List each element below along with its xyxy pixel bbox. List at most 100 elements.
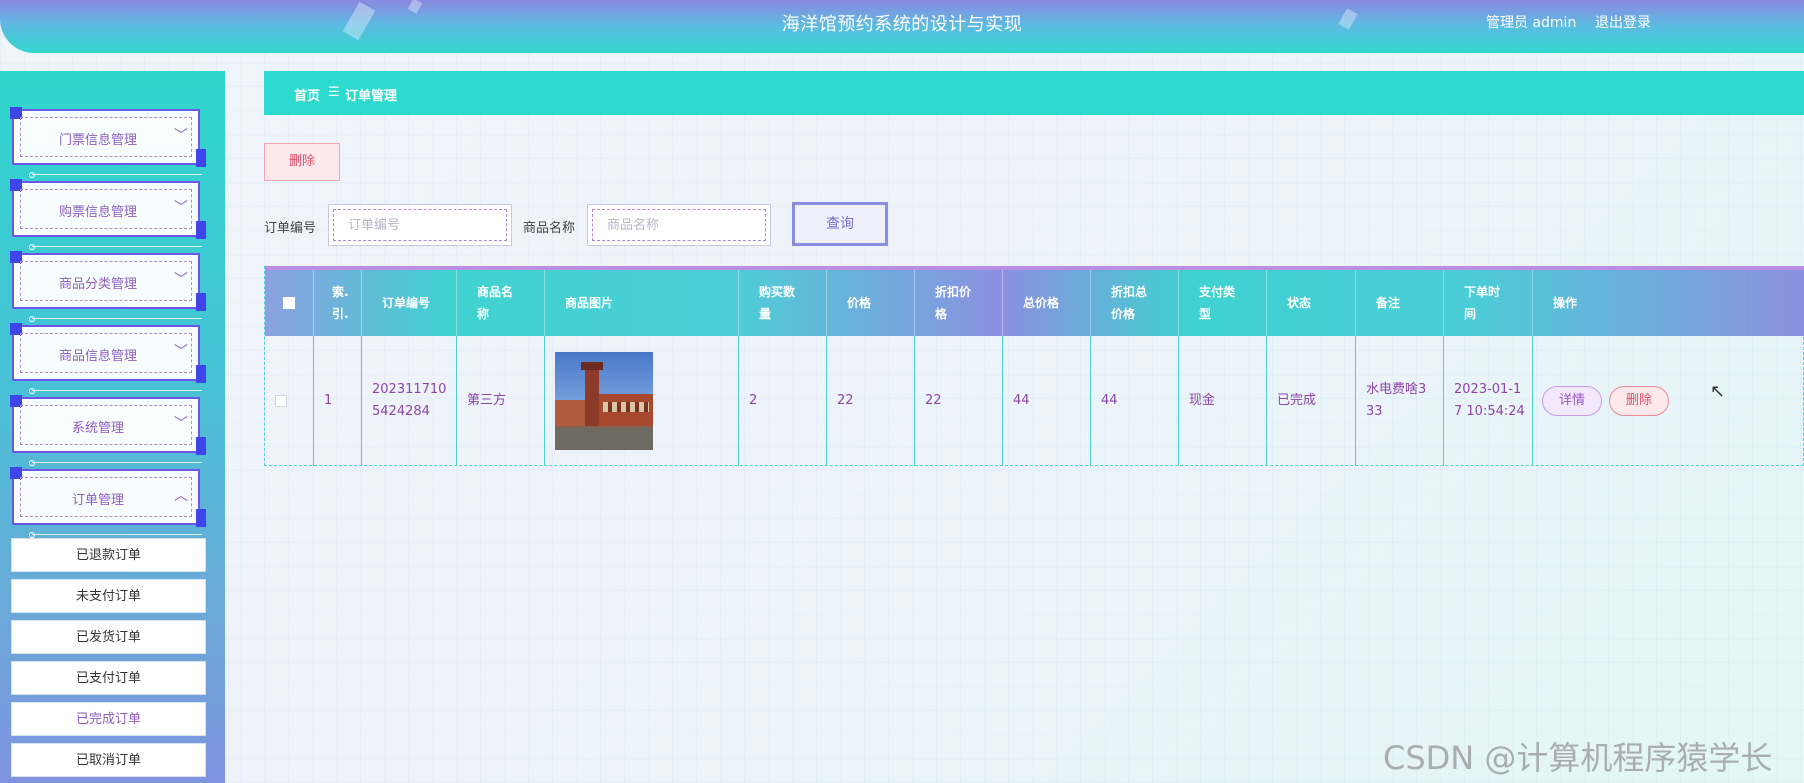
menu-corner bbox=[196, 437, 206, 455]
submenu-unpaid-orders[interactable]: 未支付订单 bbox=[11, 579, 206, 613]
select-all-checkbox[interactable] bbox=[283, 297, 295, 309]
cell-status: 已完成 bbox=[1267, 336, 1356, 466]
product-name-input[interactable] bbox=[592, 209, 766, 241]
menu-label: 订单管理 bbox=[71, 493, 124, 508]
top-header: 海洋馆预约系统的设计与实现 管理员 admin 退出登录 bbox=[0, 0, 1804, 53]
menu-corner bbox=[196, 365, 206, 383]
chevron-up-icon: ︿ bbox=[174, 488, 188, 504]
chevron-down-icon: ﹀ bbox=[174, 416, 188, 432]
header-total: 总价格 bbox=[1003, 270, 1091, 336]
submenu-cancelled-orders[interactable]: 已取消订单 bbox=[11, 743, 206, 777]
menu-booking-info[interactable]: 购票信息管理 ﹀ bbox=[10, 179, 206, 250]
order-no-label: 订单编号 bbox=[264, 221, 317, 236]
cell-product-image bbox=[545, 336, 739, 466]
image-shape bbox=[603, 402, 649, 412]
chevron-down-icon: ﹀ bbox=[174, 272, 188, 288]
table-header: 索. 引. 订单编号 商品名 称 商品图片 购买数 量 价格 折扣价 格 总价格… bbox=[265, 266, 1804, 336]
cell-price: 22 bbox=[827, 336, 915, 466]
sidebar: 门票信息管理 ﹀ 购票信息管理 ﹀ 商品分类管理 ﹀ 商品信息管理 ﹀ 系统管理… bbox=[0, 71, 225, 783]
image-shape bbox=[585, 366, 599, 426]
chevron-down-icon: ﹀ bbox=[174, 200, 188, 216]
order-no-field bbox=[328, 204, 512, 246]
row-checkbox[interactable] bbox=[275, 395, 287, 407]
menu-label: 购票信息管理 bbox=[58, 205, 137, 220]
cell-actions: 详情 删除 bbox=[1533, 336, 1804, 466]
menu-corner bbox=[196, 149, 206, 167]
header-product-image: 商品图片 bbox=[545, 270, 739, 336]
order-no-input[interactable] bbox=[333, 209, 507, 241]
submenu-refunded-orders[interactable]: 已退款订单 bbox=[11, 538, 206, 572]
menu-ticket-info[interactable]: 门票信息管理 ﹀ bbox=[10, 107, 206, 178]
menu-dot bbox=[29, 316, 35, 322]
batch-delete-button[interactable]: 删除 bbox=[264, 143, 340, 181]
menu-product-info[interactable]: 商品信息管理 ﹀ bbox=[10, 323, 206, 394]
submenu-completed-orders[interactable]: 已完成订单 bbox=[11, 702, 206, 736]
menu-system[interactable]: 系统管理 ﹀ bbox=[10, 395, 206, 466]
header-product-name: 商品名 称 bbox=[457, 270, 545, 336]
header-remark: 备注 bbox=[1356, 270, 1444, 336]
header-pay-type: 支付类 型 bbox=[1179, 270, 1267, 336]
header-status: 状态 bbox=[1267, 270, 1356, 336]
chevron-down-icon: ﹀ bbox=[174, 344, 188, 360]
submenu-shipped-orders[interactable]: 已发货订单 bbox=[11, 620, 206, 654]
menu-label: 商品分类管理 bbox=[58, 277, 137, 292]
breadcrumb-separator-icon: ☰ bbox=[328, 85, 340, 100]
menu-corner bbox=[196, 221, 206, 239]
logout-link[interactable]: 退出登录 bbox=[1595, 12, 1651, 32]
menu-dot bbox=[29, 460, 35, 466]
menu-dot bbox=[29, 172, 35, 178]
cell-order-no: 202311710 5424284 bbox=[362, 336, 457, 466]
breadcrumb: 首页 ☰ 订单管理 bbox=[264, 71, 1804, 115]
menu-label: 商品信息管理 bbox=[58, 349, 137, 364]
menu-line bbox=[32, 390, 202, 391]
header-quantity: 购买数 量 bbox=[739, 270, 827, 336]
menu-corner bbox=[196, 293, 206, 311]
header-select-all[interactable] bbox=[265, 270, 314, 336]
product-image bbox=[555, 352, 653, 450]
menu-label: 门票信息管理 bbox=[58, 133, 137, 148]
cell-quantity: 2 bbox=[739, 336, 827, 466]
menu-label: 系统管理 bbox=[71, 421, 124, 436]
header-index: 索. 引. bbox=[314, 270, 362, 336]
product-name-field bbox=[587, 204, 771, 246]
table-row bbox=[265, 336, 314, 466]
watermark: CSDN @计算机程序猿学长 bbox=[1383, 739, 1773, 777]
cell-product-name: 第三方 bbox=[457, 336, 545, 466]
menu-line bbox=[32, 318, 202, 319]
current-user: 管理员 admin bbox=[1486, 15, 1577, 31]
orders-table: 索. 引. 订单编号 商品名 称 商品图片 购买数 量 价格 折扣价 格 总价格… bbox=[264, 266, 1804, 466]
query-button[interactable]: 查询 bbox=[792, 202, 888, 246]
image-shape bbox=[555, 400, 585, 426]
menu-corner bbox=[196, 509, 206, 527]
menu-line bbox=[32, 174, 202, 175]
product-name-label: 商品名称 bbox=[523, 221, 576, 236]
mouse-cursor-icon: ↖ bbox=[1710, 381, 1726, 402]
menu-dot bbox=[29, 244, 35, 250]
submenu-paid-orders[interactable]: 已支付订单 bbox=[11, 661, 206, 695]
detail-button[interactable]: 详情 bbox=[1542, 386, 1602, 416]
cell-index: 1 bbox=[314, 336, 362, 466]
breadcrumb-home[interactable]: 首页 bbox=[294, 85, 320, 104]
cell-order-time: 2023-01-1 7 10:54:24 bbox=[1444, 336, 1533, 466]
menu-line bbox=[32, 462, 202, 463]
menu-line bbox=[32, 534, 202, 535]
cell-remark: 水电费啥3 33 bbox=[1356, 336, 1444, 466]
breadcrumb-current: 订单管理 bbox=[345, 89, 398, 104]
menu-product-category[interactable]: 商品分类管理 ﹀ bbox=[10, 251, 206, 322]
menu-line bbox=[32, 246, 202, 247]
cell-total: 44 bbox=[1003, 336, 1091, 466]
cell-discount-total: 44 bbox=[1091, 336, 1179, 466]
cell-pay-type: 现金 bbox=[1179, 336, 1267, 466]
header-price: 价格 bbox=[827, 270, 915, 336]
header-order-time: 下单时 间 bbox=[1444, 270, 1533, 336]
image-shape bbox=[581, 362, 603, 370]
header-actions: 操作 bbox=[1553, 296, 1578, 310]
image-shape bbox=[555, 428, 653, 450]
menu-dot bbox=[29, 388, 35, 394]
header-discount-total: 折扣总 价格 bbox=[1091, 270, 1179, 336]
header-order-no: 订单编号 bbox=[362, 270, 457, 336]
row-delete-button[interactable]: 删除 bbox=[1609, 386, 1669, 416]
chevron-down-icon: ﹀ bbox=[174, 128, 188, 144]
menu-order[interactable]: 订单管理 ︿ bbox=[10, 467, 206, 538]
cell-discount-price: 22 bbox=[915, 336, 1003, 466]
